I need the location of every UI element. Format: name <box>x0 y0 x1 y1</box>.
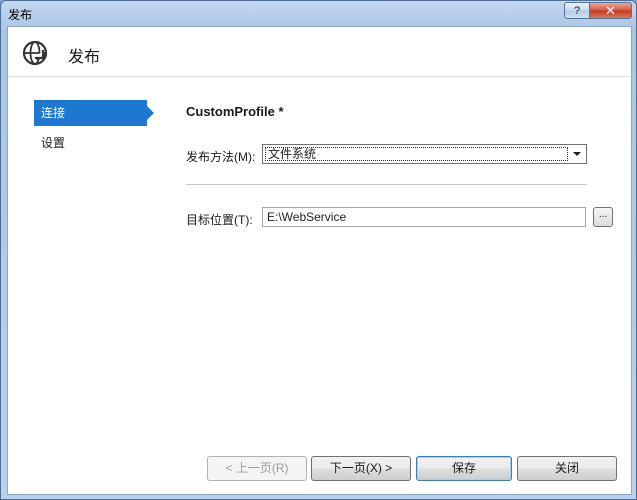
help-button[interactable]: ? <box>564 2 590 19</box>
previous-button[interactable]: < 上一页(R) <box>207 456 307 481</box>
chevron-down-icon <box>573 152 581 156</box>
publish-method-value: 文件系统 <box>265 147 568 161</box>
publish-method-select[interactable]: 文件系统 <box>262 144 587 164</box>
target-location-label: 目标位置(T): <box>186 213 253 227</box>
sidebar-item-settings[interactable]: 设置 <box>34 130 147 156</box>
sidebar-item-connection[interactable]: 连接 <box>34 100 154 126</box>
save-button[interactable]: 保存 <box>416 456 512 481</box>
publish-dialog-window: 发布 ? ✕ 发布 连接 设置 CustomProfile * 发布方法(M):… <box>0 0 637 500</box>
page-title: 发布 <box>68 49 101 66</box>
dialog-main-panel: 连接 设置 CustomProfile * 发布方法(M): 文件系统 目标位置… <box>8 77 631 494</box>
section-divider <box>186 184 587 185</box>
next-button[interactable]: 下一页(X) > <box>311 456 411 481</box>
globe-publish-icon <box>22 40 48 66</box>
title-bar[interactable]: 发布 ? ✕ <box>1 1 636 25</box>
dialog-client-area: 发布 连接 设置 CustomProfile * 发布方法(M): 文件系统 目… <box>7 26 632 495</box>
publish-method-label: 发布方法(M): <box>186 150 256 164</box>
close-window-button[interactable]: ✕ <box>589 2 632 19</box>
window-title: 发布 <box>8 8 33 22</box>
profile-title: CustomProfile * <box>186 104 284 119</box>
dialog-header: 发布 <box>8 27 631 77</box>
browse-button[interactable]: ... <box>593 207 613 227</box>
close-button[interactable]: 关闭 <box>517 456 617 481</box>
target-location-input[interactable]: E:\WebService <box>262 207 586 227</box>
